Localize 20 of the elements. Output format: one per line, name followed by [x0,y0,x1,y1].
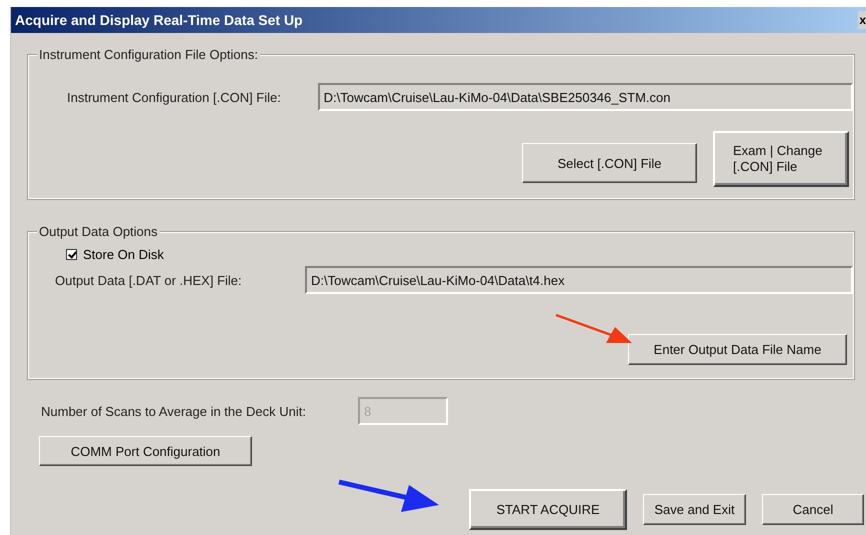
group-label: Instrument Configuration File Options: [37,47,260,62]
exam-change-button[interactable]: Exam | Change [.CON] File [713,131,849,187]
field-label: Output Data [.DAT or .HEX] File: [55,272,243,288]
arrow-icon [554,313,634,345]
checkbox-label: Store On Disk [83,247,164,262]
field-label: Number of Scans to Average in the Deck Unit: [41,404,307,418]
field-label: Instrument Configuration [.CON] File: [67,90,282,104]
enter-file-name-button[interactable]: Enter Output Data File Name [628,334,847,365]
comm-port-button[interactable]: COMM Port Configuration [39,436,252,466]
close-button[interactable]: x [858,11,866,29]
start-acquire-button[interactable]: START ACQUIRE [469,489,627,530]
checkbox[interactable] [66,249,77,260]
arrow-icon [337,479,441,513]
select-file-button[interactable]: Select [.CON] File [522,143,697,183]
window-title: Acquire and Display Real-Time Data Set Up [14,12,303,28]
cancel-button[interactable]: Cancel [762,494,864,525]
group-label: Output Data Options [37,224,160,239]
save-exit-button[interactable]: Save and Exit [643,494,746,525]
input-field[interactable]: D:\Towcam\Cruise\Lau-KiMo-04\Data\t4.hex [305,266,853,294]
input-field[interactable]: D:\Towcam\Cruise\Lau-KiMo-04\Data\SBE250346_STM.con [318,83,853,111]
